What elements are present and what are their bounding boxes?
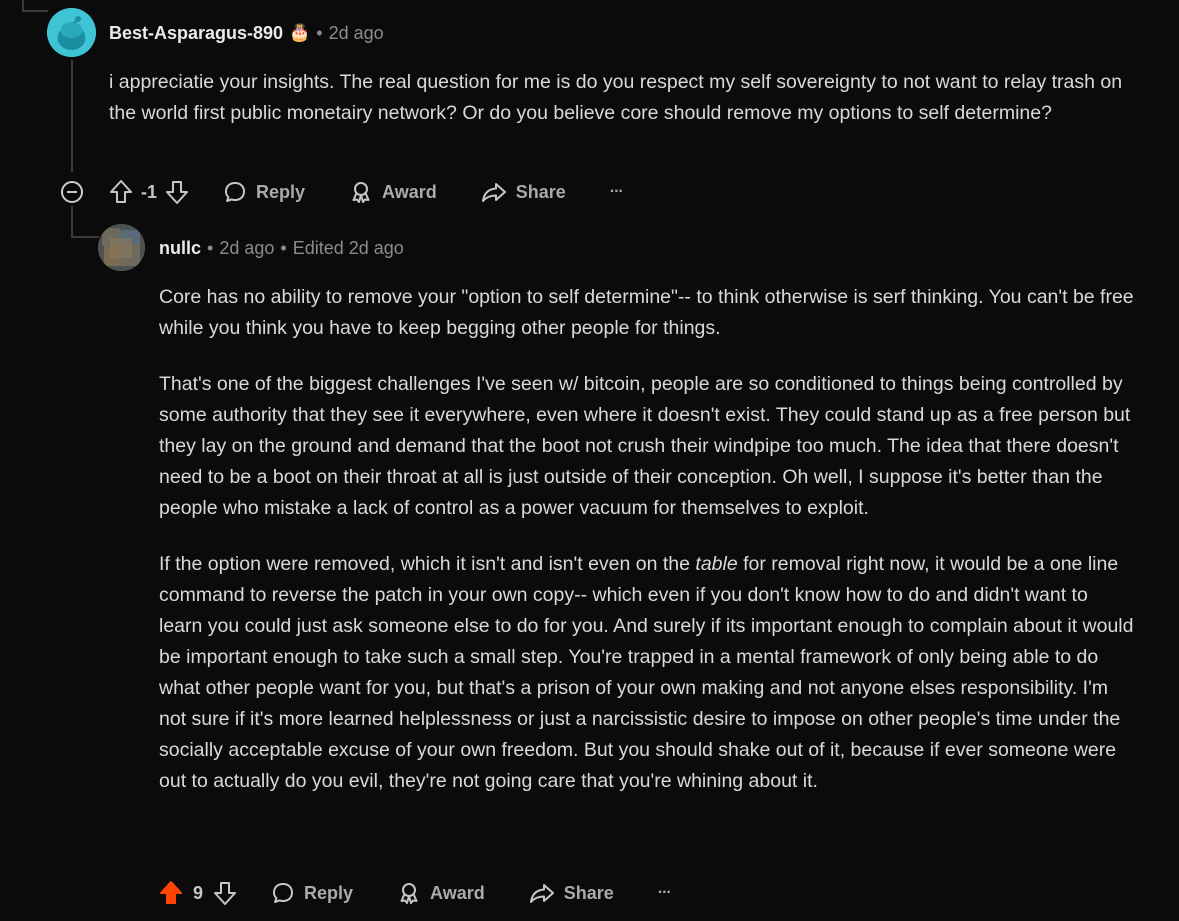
meta-separator: • bbox=[207, 237, 214, 258]
edited-label: Edited 2d ago bbox=[292, 237, 404, 258]
timestamp[interactable]: 2d ago bbox=[219, 238, 274, 259]
comment1-actions: -1 Reply Award Share ··· bbox=[109, 176, 624, 208]
thread-line-comment1-lower[interactable] bbox=[71, 206, 73, 236]
comment2-actions: 9 Reply Award Share ··· bbox=[159, 877, 672, 909]
award-ribbon-icon bbox=[352, 182, 370, 203]
user-avatar-icon bbox=[98, 224, 145, 271]
thread-line-reply-branch bbox=[71, 236, 99, 238]
award-label: Award bbox=[382, 181, 437, 202]
share-arrow-icon bbox=[529, 884, 554, 903]
downvote-button[interactable] bbox=[165, 179, 189, 205]
comment2-body: Core has no ability to remove your "opti… bbox=[159, 282, 1134, 797]
upvote-button[interactable] bbox=[159, 880, 183, 906]
snoo-avatar-icon bbox=[47, 8, 96, 57]
downvote-button[interactable] bbox=[213, 880, 237, 906]
reply-label: Reply bbox=[256, 181, 306, 202]
downvote-arrow-icon bbox=[166, 181, 189, 204]
avatar[interactable] bbox=[98, 224, 145, 271]
comment1-meta: Best-Asparagus-890 🎂 • 2d ago bbox=[109, 21, 384, 45]
upvote-arrow-icon bbox=[110, 180, 132, 203]
comment2-paragraph-3: If the option were removed, which it isn… bbox=[159, 549, 1134, 797]
collapse-button[interactable] bbox=[61, 181, 83, 203]
comment2-meta: nullc • 2d ago • Edited 2d ago bbox=[159, 236, 404, 260]
upvote-arrow-icon bbox=[160, 881, 182, 904]
vote-count: 9 bbox=[193, 882, 204, 903]
share-label: Share bbox=[563, 882, 614, 903]
share-button[interactable]: Share bbox=[529, 881, 614, 905]
reply-button[interactable]: Reply bbox=[271, 881, 353, 905]
comment1-body: i appreciatie your insights. The real qu… bbox=[109, 67, 1139, 129]
share-button[interactable]: Share bbox=[481, 180, 566, 204]
comment1-paragraph: i appreciatie your insights. The real qu… bbox=[109, 71, 1123, 124]
award-label: Award bbox=[430, 882, 485, 903]
reply-label: Reply bbox=[304, 882, 354, 903]
more-options-button[interactable]: ··· bbox=[610, 183, 624, 201]
share-label: Share bbox=[515, 181, 566, 202]
cake-day-icon: 🎂 bbox=[289, 23, 311, 42]
thread-line-comment1[interactable] bbox=[71, 60, 73, 172]
paragraph-3-text-start: If the option were removed, which it isn… bbox=[159, 553, 696, 575]
username[interactable]: Best-Asparagus-890 bbox=[109, 23, 283, 44]
more-options-button[interactable]: ··· bbox=[658, 884, 672, 902]
award-button[interactable]: Award bbox=[349, 180, 437, 204]
share-arrow-icon bbox=[481, 183, 506, 202]
paragraph-3-emphasis: table bbox=[695, 553, 738, 575]
speech-bubble-icon bbox=[225, 182, 246, 202]
upvote-button[interactable] bbox=[109, 179, 133, 205]
timestamp[interactable]: 2d ago bbox=[329, 23, 384, 44]
paragraph-3-text-end: for removal right now, it would be a one… bbox=[159, 553, 1134, 792]
avatar[interactable] bbox=[47, 8, 96, 57]
speech-bubble-icon bbox=[273, 883, 294, 903]
comment-thread: Best-Asparagus-890 🎂 • 2d ago i apprecia… bbox=[0, 0, 1179, 921]
vote-count: -1 bbox=[141, 181, 158, 202]
reply-button[interactable]: Reply bbox=[223, 180, 305, 204]
meta-separator: • bbox=[280, 237, 287, 258]
comment2-paragraph-2: That's one of the biggest challenges I'v… bbox=[159, 373, 1131, 519]
comment2-paragraph-1: Core has no ability to remove your "opti… bbox=[159, 286, 1134, 339]
username[interactable]: nullc bbox=[159, 238, 201, 259]
downvote-arrow-icon bbox=[214, 882, 237, 905]
meta-separator: • bbox=[316, 22, 323, 43]
thread-line-parent-curve bbox=[22, 10, 48, 12]
award-ribbon-icon bbox=[400, 883, 418, 904]
award-button[interactable]: Award bbox=[397, 881, 485, 905]
